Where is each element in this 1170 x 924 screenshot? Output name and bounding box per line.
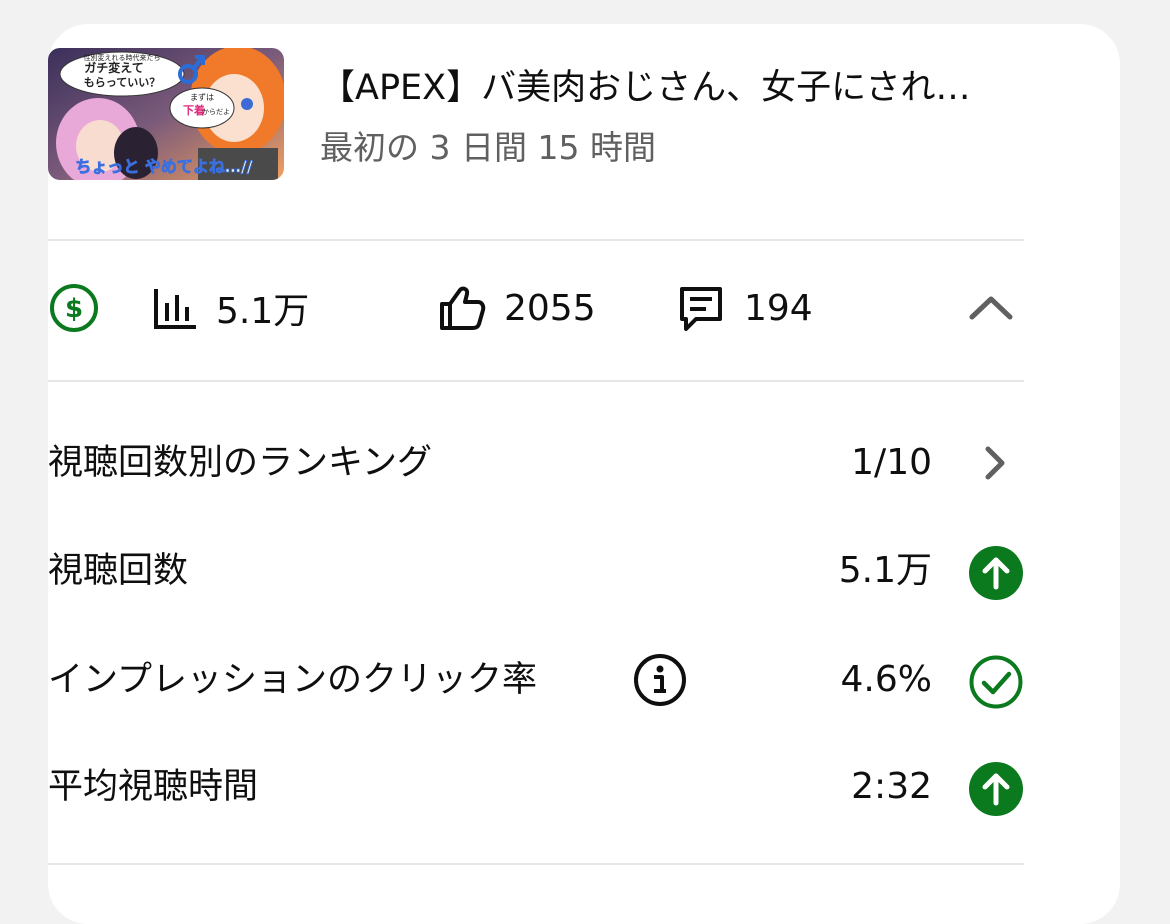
- metric-label: インプレッションのクリック率: [48, 660, 537, 700]
- metric-value: 5.1万: [838, 550, 932, 591]
- video-header[interactable]: 性別変えれる時代来たら ガチ変えて もらっていい？ まずは 下着 からだよ ちょ…: [48, 48, 1024, 180]
- thumbs-up-icon: [440, 286, 486, 330]
- thumb-caption-right: まずは: [190, 92, 214, 102]
- metric-row-ranking[interactable]: 視聴回数別のランキング 1/10: [48, 433, 1024, 493]
- svg-text:$: $: [65, 294, 83, 324]
- thumb-caption-bottom: ちょっと やめてよね…//: [75, 157, 252, 176]
- video-thumbnail[interactable]: 性別変えれる時代来たら ガチ変えて もらっていい？ まずは 下着 からだよ ちょ…: [48, 48, 284, 180]
- thumb-caption-mid2: もらっていい？: [84, 76, 160, 89]
- collapse-button[interactable]: [968, 258, 1014, 358]
- divider: [48, 863, 1024, 865]
- monetization-status[interactable]: $: [48, 258, 100, 358]
- comments-count: 194: [744, 287, 813, 329]
- stats-row: $ 5.1万 2055 194: [48, 258, 1024, 358]
- views-count: 5.1万: [216, 291, 310, 332]
- metric-label: 視聴回数: [48, 551, 189, 591]
- comments-stat[interactable]: 194: [676, 258, 813, 358]
- thumb-caption-right3: からだよ: [202, 108, 230, 116]
- up-arrow-circle-icon: [969, 762, 1023, 816]
- comment-icon: [680, 287, 722, 331]
- metric-label: 視聴回数別のランキング: [48, 443, 432, 483]
- metric-row-views: 視聴回数 5.1万: [48, 541, 1024, 601]
- metric-value: 4.6%: [840, 659, 932, 700]
- metric-value: 2:32: [851, 766, 932, 807]
- up-arrow-circle-icon: [969, 546, 1023, 600]
- bar-chart-icon: [154, 289, 196, 329]
- metric-value: 1/10: [851, 442, 932, 483]
- divider: [48, 239, 1024, 241]
- metric-label: 平均視聴時間: [48, 767, 259, 807]
- thumbnail-image: 性別変えれる時代来たら ガチ変えて もらっていい？ まずは 下着 からだよ ちょ…: [48, 48, 284, 180]
- info-icon[interactable]: [632, 652, 688, 708]
- chevron-up-icon: [969, 296, 1013, 320]
- period-label: 最初の 3 日間 15 時間: [320, 128, 656, 167]
- metric-row-avg-watch-time: 平均視聴時間 2:32: [48, 757, 1024, 817]
- video-title[interactable]: 【APEX】バ美肉おじさん、女子にされ…: [320, 66, 1024, 110]
- likes-stat[interactable]: 2055: [438, 258, 596, 358]
- chevron-right-icon: [985, 446, 1005, 480]
- dollar-circle-icon: $: [50, 284, 98, 332]
- metric-row-ctr: インプレッションのクリック率 4.6%: [48, 650, 1024, 710]
- views-stat[interactable]: 5.1万: [152, 258, 309, 358]
- divider: [48, 380, 1024, 382]
- thumb-caption-mid: ガチ変えて: [84, 60, 143, 75]
- check-circle-icon: [969, 655, 1023, 709]
- likes-count: 2055: [504, 287, 596, 329]
